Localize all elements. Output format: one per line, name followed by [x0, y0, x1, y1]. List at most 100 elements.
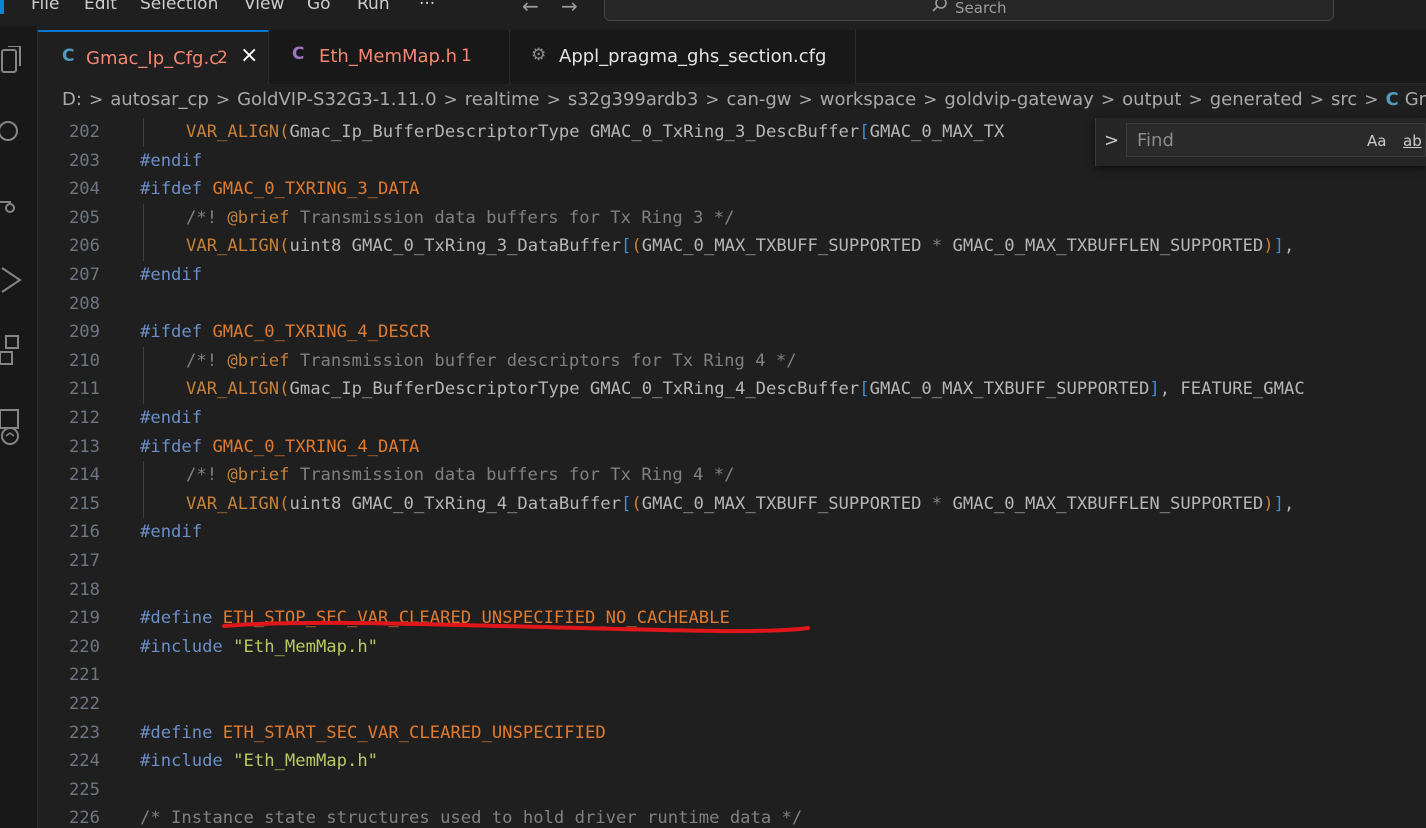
menu-more[interactable]: ···	[419, 0, 435, 14]
code-line[interactable]: 213 #ifdef GMAC_0_TXRING_4_DATA	[38, 433, 1426, 461]
code-line[interactable]: 210 /*! @brief Transmission buffer descri…	[38, 346, 1426, 376]
code-text: #ifdef GMAC_0_TXRING_4_DATA	[140, 436, 420, 457]
code-text: /*! @brief Transmission data buffers for…	[186, 465, 735, 486]
code-line[interactable]: 207 #endif	[38, 261, 1426, 289]
breadcrumb-folder[interactable]: output	[1122, 89, 1181, 110]
chevron-right-icon: >	[215, 90, 231, 110]
code-text: VAR_ALIGN(Gmac_Ip_BufferDescriptorType G…	[186, 122, 1005, 142]
back-arrow-icon[interactable]: ←	[522, 0, 539, 18]
search-placeholder: Search	[955, 0, 1007, 17]
menu-run[interactable]: Run	[357, 0, 390, 14]
breadcrumb-drive[interactable]: D:	[62, 89, 82, 110]
code-line[interactable]: 225	[38, 776, 1426, 804]
run-debug-icon[interactable]	[0, 262, 22, 293]
code-line[interactable]: 217	[38, 547, 1426, 575]
breadcrumb-folder[interactable]: s32g399ardb3	[568, 89, 698, 110]
code-line[interactable]: 226 /* Instance state structures used to …	[38, 804, 1426, 828]
breadcrumb-folder[interactable]: realtime	[465, 89, 540, 110]
tab-appl-pragma-cfg[interactable]: ⚙ Appl_pragma_ghs_section.cfg	[511, 30, 856, 84]
line-number: 220	[68, 636, 100, 657]
menu-go[interactable]: Go	[307, 0, 331, 14]
c-file-icon: C	[62, 46, 75, 66]
line-number: 206	[68, 236, 100, 257]
find-widget: > Find Aa ab	[1095, 118, 1426, 166]
line-number: 225	[68, 779, 100, 800]
menu-file[interactable]: File	[31, 0, 59, 14]
code-text: /*! @brief Transmission data buffers for…	[186, 207, 735, 228]
breadcrumb-folder[interactable]: src	[1331, 89, 1357, 110]
gear-icon: ⚙	[531, 45, 547, 65]
line-number: 212	[68, 408, 100, 428]
code-line[interactable]: 204 #ifdef GMAC_0_TXRING_3_DATA	[38, 175, 1426, 203]
breadcrumb-folder[interactable]: generated	[1210, 89, 1303, 110]
activity-bar	[0, 26, 38, 828]
line-number: 222	[68, 694, 100, 714]
chevron-right-icon: >	[705, 90, 720, 110]
forward-arrow-icon[interactable]: →	[561, 0, 578, 18]
chevron-right-icon[interactable]: >	[1104, 130, 1119, 151]
code-line[interactable]: 211 VAR_ALIGN(Gmac_Ip_BufferDescriptorTyp…	[38, 375, 1426, 404]
line-number: 223	[68, 722, 100, 743]
extensions-icon[interactable]	[0, 332, 22, 365]
menu-view[interactable]: View	[244, 0, 284, 14]
match-case-toggle[interactable]: Aa	[1367, 132, 1386, 150]
find-placeholder: Find	[1137, 130, 1174, 151]
code-text: /* Instance state structures used to hol…	[140, 808, 803, 828]
code-line[interactable]: 212 #endif	[38, 404, 1426, 432]
code-line[interactable]: 221	[38, 661, 1426, 689]
line-number: 218	[68, 579, 100, 600]
code-line[interactable]: 223 #define ETH_START_SEC_VAR_CLEARED_UNS…	[38, 719, 1426, 747]
breadcrumb-folder[interactable]: autosar_cp	[110, 89, 209, 110]
breadcrumb-folder[interactable]: workspace	[820, 89, 916, 110]
h-file-icon: C	[292, 44, 305, 64]
line-number: 221	[68, 665, 100, 686]
tab-eth-memmap[interactable]: C Eth_MemMap.h 1	[270, 30, 510, 84]
code-line[interactable]: 214 /*! @brief Transmission data buffers …	[38, 461, 1426, 490]
breadcrumb-folder[interactable]: can-gw	[727, 89, 792, 110]
breadcrumb-folder[interactable]: goldvip-gateway	[944, 89, 1093, 110]
app-logo	[0, 0, 4, 14]
code-line[interactable]: 215 VAR_ALIGN(uint8 GMAC_0_TxRing_4_DataB…	[38, 489, 1426, 519]
remote-explorer-icon[interactable]	[0, 406, 22, 445]
code-editor[interactable]: 202 VAR_ALIGN(Gmac_Ip_BufferDescriptorTyp…	[38, 118, 1426, 828]
find-input[interactable]: Find Aa ab	[1126, 123, 1426, 157]
code-text: VAR_ALIGN(Gmac_Ip_BufferDescriptorType G…	[186, 379, 1305, 400]
chevron-right-icon: >	[1100, 90, 1116, 110]
code-line[interactable]: 218	[38, 576, 1426, 604]
command-center-search[interactable]: Search	[604, 0, 1334, 21]
explorer-icon[interactable]	[0, 45, 22, 76]
code-text: /*! @brief Transmission buffer descripto…	[186, 350, 797, 371]
c-file-icon: C	[1385, 89, 1399, 110]
code-text: #ifdef GMAC_0_TXRING_4_DESCR	[140, 322, 430, 343]
code-line[interactable]: 206 VAR_ALIGN(uint8 GMAC_0_TxRing_3_DataB…	[38, 232, 1426, 261]
tab-bar: C Gmac_Ip_Cfg.c 2 × C Eth_MemMap.h 1 ⚙ A…	[38, 30, 1426, 84]
line-number: 209	[68, 322, 100, 343]
code-line[interactable]: 205 /*! @brief Transmission data buffers …	[38, 203, 1426, 233]
code-text: VAR_ALIGN(uint8 GMAC_0_TxRing_3_DataBuff…	[186, 236, 1295, 257]
code-line[interactable]: 222	[38, 690, 1426, 718]
code-line[interactable]: 209 #ifdef GMAC_0_TXRING_4_DESCR	[38, 318, 1426, 346]
code-line[interactable]: 224 #include "Eth_MemMap.h"	[38, 747, 1426, 775]
line-number: 202	[68, 122, 100, 142]
chevron-right-icon: >	[923, 90, 938, 110]
menu-edit[interactable]: Edit	[84, 0, 117, 14]
red-underline-annotation	[222, 620, 810, 634]
line-number: 219	[68, 608, 100, 629]
code-line[interactable]: 208	[38, 290, 1426, 318]
whole-word-toggle[interactable]: ab	[1403, 132, 1422, 150]
tab-gmac-ip-cfg[interactable]: C Gmac_Ip_Cfg.c 2 ×	[38, 30, 269, 84]
indent-guide	[143, 203, 144, 233]
title-bar: File Edit Selection View Go Run ··· ← → …	[0, 0, 1426, 26]
line-number: 204	[68, 179, 100, 200]
breadcrumb-folder[interactable]: GoldVIP-S32G3-1.11.0	[237, 89, 436, 110]
source-control-icon[interactable]	[0, 192, 22, 222]
line-number: 213	[68, 436, 100, 457]
code-text: #include "Eth_MemMap.h"	[140, 751, 379, 772]
close-icon[interactable]: ×	[240, 43, 258, 68]
code-text: #endif	[140, 522, 203, 543]
breadcrumb-file[interactable]: Gmac_Ip_Cfg	[1405, 89, 1426, 110]
code-line[interactable]: 216 #endif	[38, 518, 1426, 546]
search-view-icon[interactable]	[0, 118, 22, 148]
line-number: 208	[68, 293, 100, 314]
menu-selection[interactable]: Selection	[140, 0, 218, 14]
